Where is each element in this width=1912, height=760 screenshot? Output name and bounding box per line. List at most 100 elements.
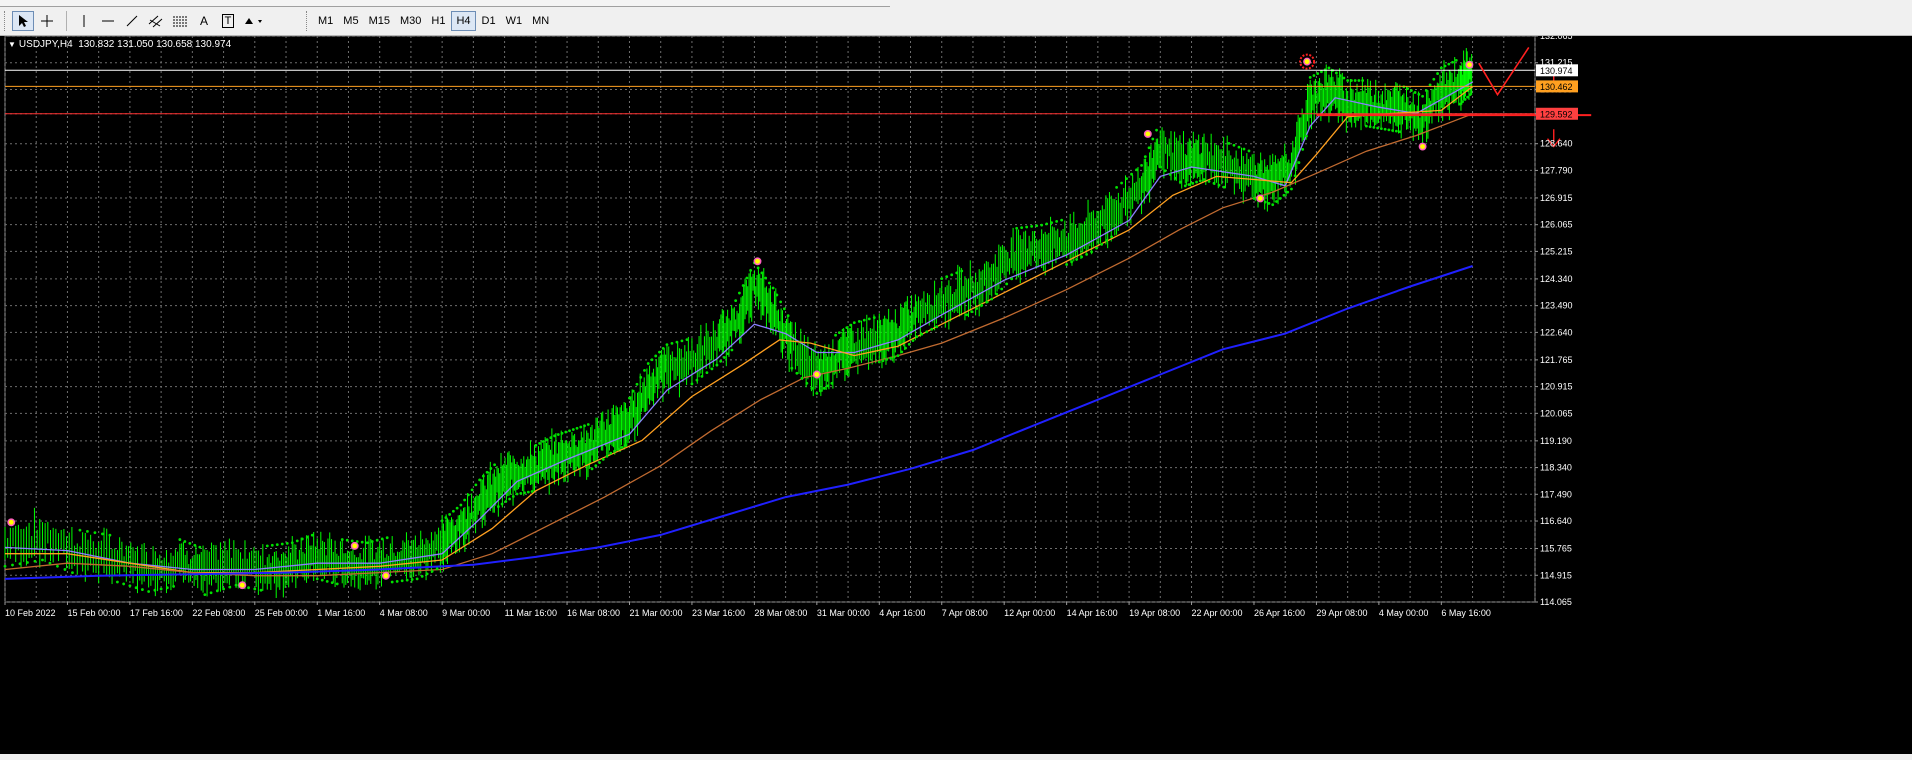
- psar-dot: [345, 538, 349, 542]
- x-axis-tick-label: 26 Apr 16:00: [1254, 608, 1305, 618]
- trendline-tool-button[interactable]: [121, 11, 143, 31]
- y-axis-tick-label: 128.640: [1540, 139, 1573, 149]
- psar-dot: [1143, 155, 1147, 158]
- psar-dot: [1383, 127, 1387, 131]
- psar-dot: [415, 577, 419, 581]
- collapse-triangle-icon[interactable]: ▼: [8, 40, 16, 49]
- psar-dot: [48, 561, 52, 565]
- psar-dot: [455, 506, 459, 510]
- toolbar-grip[interactable]: [306, 11, 310, 31]
- psar-dot: [481, 474, 485, 478]
- psar-dot: [395, 580, 399, 583]
- psar-dot: [545, 438, 549, 441]
- x-axis-tick-label: 4 Apr 16:00: [879, 608, 925, 618]
- psar-dot: [705, 371, 709, 375]
- toolbar-grip[interactable]: [4, 11, 8, 31]
- psar-dot: [598, 461, 601, 464]
- psar-dot: [26, 561, 29, 564]
- psar-dot: [571, 428, 575, 431]
- psar-dot: [915, 335, 919, 339]
- psar-dot: [1085, 252, 1089, 256]
- timeframe-button-m30[interactable]: M30: [396, 11, 425, 31]
- vertical-line-tool-button[interactable]: [73, 11, 95, 31]
- psar-dot: [147, 590, 151, 593]
- x-axis-tick-label: 1 Mar 16:00: [317, 608, 365, 618]
- psar-dot: [63, 568, 67, 571]
- psar-dot: [451, 509, 455, 513]
- fibonacci-tool-button[interactable]: [169, 11, 191, 31]
- psar-dot: [710, 367, 714, 371]
- channel-tool-button[interactable]: [145, 11, 167, 31]
- psar-dot: [786, 314, 790, 318]
- y-axis-tick-label: 122.640: [1540, 327, 1573, 337]
- y-axis-tick-label: 126.065: [1540, 220, 1573, 230]
- psar-dot: [661, 347, 665, 350]
- swing-marker: [812, 370, 821, 379]
- timeframe-button-mn[interactable]: MN: [528, 11, 553, 31]
- psar-dot: [1217, 183, 1221, 187]
- psar-dot: [1338, 74, 1342, 77]
- psar-dot: [741, 284, 745, 287]
- psar-dot: [1080, 255, 1084, 259]
- psar-dot: [375, 538, 379, 542]
- psar-dot: [265, 544, 269, 548]
- swing-marker: [1418, 142, 1427, 151]
- swing-marker: [7, 518, 16, 527]
- psar-dot: [330, 581, 334, 585]
- x-axis-tick-label: 16 Mar 08:00: [567, 608, 620, 618]
- psar-dot: [1443, 64, 1447, 68]
- psar-dot: [459, 503, 463, 507]
- psar-dot: [86, 530, 89, 533]
- swing-marker: [753, 257, 762, 266]
- psar-dot: [1409, 89, 1413, 92]
- channel-icon: [148, 15, 163, 28]
- psar-dot: [405, 578, 409, 582]
- psar-dot: [1120, 181, 1123, 185]
- psar-dot: [440, 519, 444, 523]
- psar-dot: [845, 326, 849, 330]
- toolbar-separator: [66, 11, 67, 31]
- text-label-tool-button[interactable]: T: [217, 11, 239, 31]
- price-chart[interactable]: 132.065131.215130.365129.592128.640127.7…: [0, 36, 1912, 754]
- psar-dot: [726, 352, 730, 356]
- text-tool-button[interactable]: A: [193, 11, 215, 31]
- cursor-tool-button[interactable]: [12, 11, 34, 31]
- psar-dot: [900, 350, 904, 354]
- x-axis-tick-label: 25 Feb 00:00: [255, 608, 308, 618]
- timeframe-button-m1[interactable]: M1: [314, 11, 337, 31]
- psar-dot: [496, 505, 500, 508]
- psar-dot: [556, 433, 560, 436]
- horizontal-line-tool-button[interactable]: [97, 11, 119, 31]
- timeframe-button-h4[interactable]: H4: [451, 11, 476, 31]
- psar-dot: [259, 588, 263, 592]
- psar-dot: [466, 493, 470, 497]
- x-axis-tick-label: 22 Feb 08:00: [192, 608, 245, 618]
- timeframe-button-m15[interactable]: M15: [365, 11, 394, 31]
- psar-dot: [1095, 246, 1099, 250]
- swing-marker: [1303, 57, 1312, 66]
- crosshair-tool-button[interactable]: [36, 11, 58, 31]
- timeframe-button-m5[interactable]: M5: [339, 11, 362, 31]
- psar-dot: [534, 443, 538, 447]
- arrows-tool-button[interactable]: [241, 11, 267, 31]
- psar-dot: [325, 580, 329, 583]
- psar-dot: [1191, 181, 1195, 185]
- psar-dot: [228, 585, 232, 589]
- psar-dot: [877, 360, 881, 364]
- timeframe-button-w1[interactable]: W1: [502, 11, 527, 31]
- timeframe-button-h1[interactable]: H1: [427, 11, 449, 31]
- fibonacci-icon: [173, 16, 187, 27]
- psar-dot: [665, 343, 669, 347]
- psar-dot: [280, 542, 284, 546]
- timeframe-button-d1[interactable]: D1: [478, 11, 500, 31]
- psar-dot: [526, 490, 530, 494]
- ohlc-values: 130.832 131.050 130.658 130.974: [78, 39, 232, 50]
- y-axis-tick-label: 126.915: [1540, 193, 1573, 203]
- psar-dot: [1391, 129, 1395, 132]
- psar-dot: [165, 586, 169, 590]
- psar-dot: [1413, 91, 1417, 94]
- psar-dot: [670, 341, 674, 345]
- psar-dot: [430, 569, 434, 573]
- psar-dot: [1212, 181, 1216, 185]
- chart-window[interactable]: 132.065131.215130.365129.592128.640127.7…: [0, 36, 1912, 760]
